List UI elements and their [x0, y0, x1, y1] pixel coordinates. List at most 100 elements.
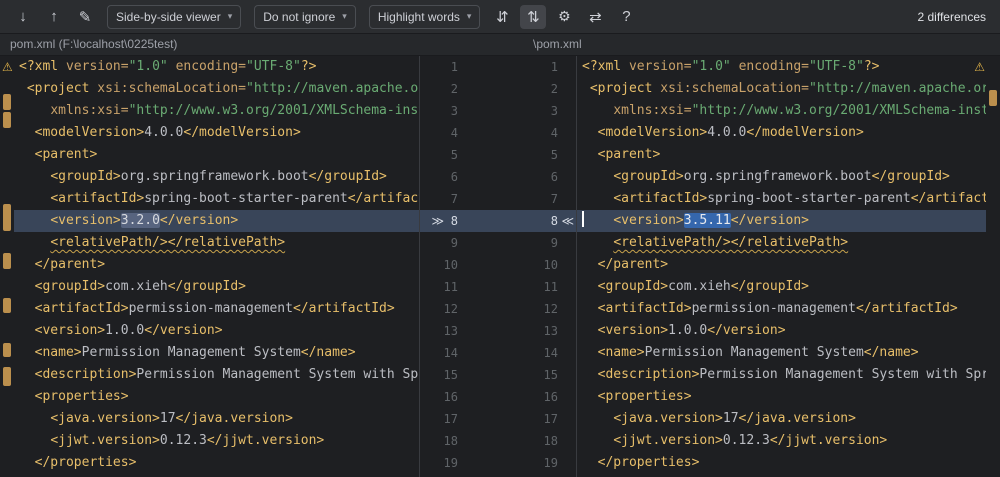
left-line-number-14: 14	[420, 342, 468, 364]
right-line-number-4: 4	[530, 122, 576, 144]
settings-gear-icon[interactable]: ⚙	[551, 5, 577, 29]
left-code-line-8[interactable]: <version>3.2.0</version>	[14, 210, 419, 232]
help-icon[interactable]: ?	[613, 5, 639, 29]
right-line-number-19: 19	[530, 452, 576, 474]
highlight-mode-label: Highlight words	[378, 10, 460, 24]
chevron-down-icon: ▾	[342, 11, 347, 22]
left-warning-icon[interactable]: ⚠	[2, 57, 13, 77]
left-line-number-19: 19	[420, 452, 468, 474]
left-code-line-5[interactable]: <parent>	[14, 144, 419, 166]
collapse-unchanged-icon[interactable]: ⇵	[489, 5, 515, 29]
previous-difference-icon[interactable]: ↑	[41, 5, 67, 29]
right-code-line-2[interactable]: <project xsi:schemaLocation="http://mave…	[577, 78, 986, 100]
right-code-line-18[interactable]: <jjwt.version>0.12.3</jjwt.version>	[577, 430, 986, 452]
left-line-number-15: 15	[420, 364, 468, 386]
left-code-line-13[interactable]: <version>1.0.0</version>	[14, 320, 419, 342]
change-marker[interactable]	[3, 343, 11, 357]
right-file-path: \pom.xml	[533, 37, 582, 51]
change-marker[interactable]	[989, 90, 997, 106]
left-line-number-6: 6	[420, 166, 468, 188]
left-code-line-9[interactable]: <relativePath/></relativePath>	[14, 232, 419, 254]
left-code-line-19[interactable]: </properties>	[14, 452, 419, 474]
left-code-line-17[interactable]: <java.version>17</java.version>	[14, 408, 419, 430]
left-code-line-4[interactable]: <modelVersion>4.0.0</modelVersion>	[14, 122, 419, 144]
diff-chevron-icon[interactable]: ≪	[561, 210, 574, 232]
sync-scrolling-icon[interactable]: ⇅	[520, 5, 546, 29]
edit-source-icon[interactable]: ✎	[72, 5, 98, 29]
swap-sides-icon[interactable]: ⇄	[582, 5, 608, 29]
change-marker[interactable]	[3, 112, 11, 128]
right-code-line-1[interactable]: <?xml version="1.0" encoding="UTF-8"?>	[577, 56, 986, 78]
right-code-line-16[interactable]: <properties>	[577, 386, 986, 408]
diff-window: ↓ ↑ ✎ Side-by-side viewer ▾ Do not ignor…	[0, 0, 1000, 477]
right-code-line-9[interactable]: <relativePath/></relativePath>	[577, 232, 986, 254]
right-code-line-13[interactable]: <version>1.0.0</version>	[577, 320, 986, 342]
change-marker[interactable]	[3, 253, 11, 269]
diff-editor: <?xml version="1.0" encoding="UTF-8"?> <…	[0, 56, 1000, 477]
left-line-number-11: 11	[420, 276, 468, 298]
right-line-number-14: 14	[530, 342, 576, 364]
change-marker[interactable]	[3, 298, 11, 313]
right-line-number-13: 13	[530, 320, 576, 342]
change-marker[interactable]	[3, 204, 11, 231]
right-code-line-5[interactable]: <parent>	[577, 144, 986, 166]
left-line-number-13: 13	[420, 320, 468, 342]
right-warning-icon[interactable]: ⚠	[974, 57, 985, 77]
left-line-number-3: 3	[420, 100, 468, 122]
highlight-mode-dropdown[interactable]: Highlight words ▾	[369, 5, 481, 29]
left-line-number-17: 17	[420, 408, 468, 430]
right-code-line-3[interactable]: xmlns:xsi="http://www.w3.org/2001/XMLSch…	[577, 100, 986, 122]
right-code-line-11[interactable]: <groupId>com.xieh</groupId>	[577, 276, 986, 298]
right-line-number-1: 1	[530, 56, 576, 78]
left-code-line-12[interactable]: <artifactId>permission-management</artif…	[14, 298, 419, 320]
left-code-line-14[interactable]: <name>Permission Management System</name…	[14, 342, 419, 364]
right-code-line-4[interactable]: <modelVersion>4.0.0</modelVersion>	[577, 122, 986, 144]
right-code-line-8[interactable]: <version>3.5.11</version>	[577, 210, 986, 232]
right-line-number-18: 18	[530, 430, 576, 452]
change-marker[interactable]	[3, 367, 11, 386]
right-line-number-17: 17	[530, 408, 576, 430]
chevron-down-icon: ▾	[228, 11, 233, 22]
left-code-line-16[interactable]: <properties>	[14, 386, 419, 408]
left-line-number-2: 2	[420, 78, 468, 100]
left-code-line-10[interactable]: </parent>	[14, 254, 419, 276]
right-code-line-17[interactable]: <java.version>17</java.version>	[577, 408, 986, 430]
left-code-line-3[interactable]: xmlns:xsi="http://www.w3.org/2001/XMLSch…	[14, 100, 419, 122]
change-marker[interactable]	[3, 94, 11, 110]
chevron-down-icon: ▾	[467, 11, 472, 22]
file-path-row: pom.xml (F:\localhost\0225test) \pom.xml	[0, 34, 1000, 56]
right-code-line-14[interactable]: <name>Permission Management System</name…	[577, 342, 986, 364]
right-line-number-15: 15	[530, 364, 576, 386]
left-code-line-18[interactable]: <jjwt.version>0.12.3</jjwt.version>	[14, 430, 419, 452]
right-code-line-15[interactable]: <description>Permission Management Syste…	[577, 364, 986, 386]
left-line-number-5: 5	[420, 144, 468, 166]
whitespace-policy-label: Do not ignore	[263, 10, 335, 24]
right-code-line-12[interactable]: <artifactId>permission-management</artif…	[577, 298, 986, 320]
viewer-mode-dropdown[interactable]: Side-by-side viewer ▾	[107, 5, 241, 29]
right-code-line-19[interactable]: </properties>	[577, 452, 986, 474]
left-code-line-2[interactable]: <project xsi:schemaLocation="http://mave…	[14, 78, 419, 100]
left-line-number-16: 16	[420, 386, 468, 408]
left-error-stripe[interactable]	[0, 56, 14, 477]
right-line-number-9: 9	[530, 232, 576, 254]
right-line-number-16: 16	[530, 386, 576, 408]
left-code-line-6[interactable]: <groupId>org.springframework.boot</group…	[14, 166, 419, 188]
right-code-line-6[interactable]: <groupId>org.springframework.boot</group…	[577, 166, 986, 188]
left-line-number-9: 9	[420, 232, 468, 254]
left-code-line-11[interactable]: <groupId>com.xieh</groupId>	[14, 276, 419, 298]
right-line-number-5: 5	[530, 144, 576, 166]
right-code-line-7[interactable]: <artifactId>spring-boot-starter-parent</…	[577, 188, 986, 210]
whitespace-policy-dropdown[interactable]: Do not ignore ▾	[254, 5, 356, 29]
left-code-line-1[interactable]: <?xml version="1.0" encoding="UTF-8"?>	[14, 56, 419, 78]
left-code-line-7[interactable]: <artifactId>spring-boot-starter-parent</…	[14, 188, 419, 210]
next-difference-icon[interactable]: ↓	[10, 5, 36, 29]
left-line-number-10: 10	[420, 254, 468, 276]
right-code-pane[interactable]: <?xml version="1.0" encoding="UTF-8"?> <…	[576, 56, 986, 477]
right-line-number-3: 3	[530, 100, 576, 122]
right-code-line-10[interactable]: </parent>	[577, 254, 986, 276]
left-code-pane[interactable]: <?xml version="1.0" encoding="UTF-8"?> <…	[14, 56, 420, 477]
diff-chevron-icon[interactable]: ≫	[431, 210, 444, 232]
left-code-line-15[interactable]: <description>Permission Management Syste…	[14, 364, 419, 386]
right-error-stripe[interactable]	[986, 56, 1000, 477]
left-line-number-8: 8≫	[420, 210, 468, 232]
